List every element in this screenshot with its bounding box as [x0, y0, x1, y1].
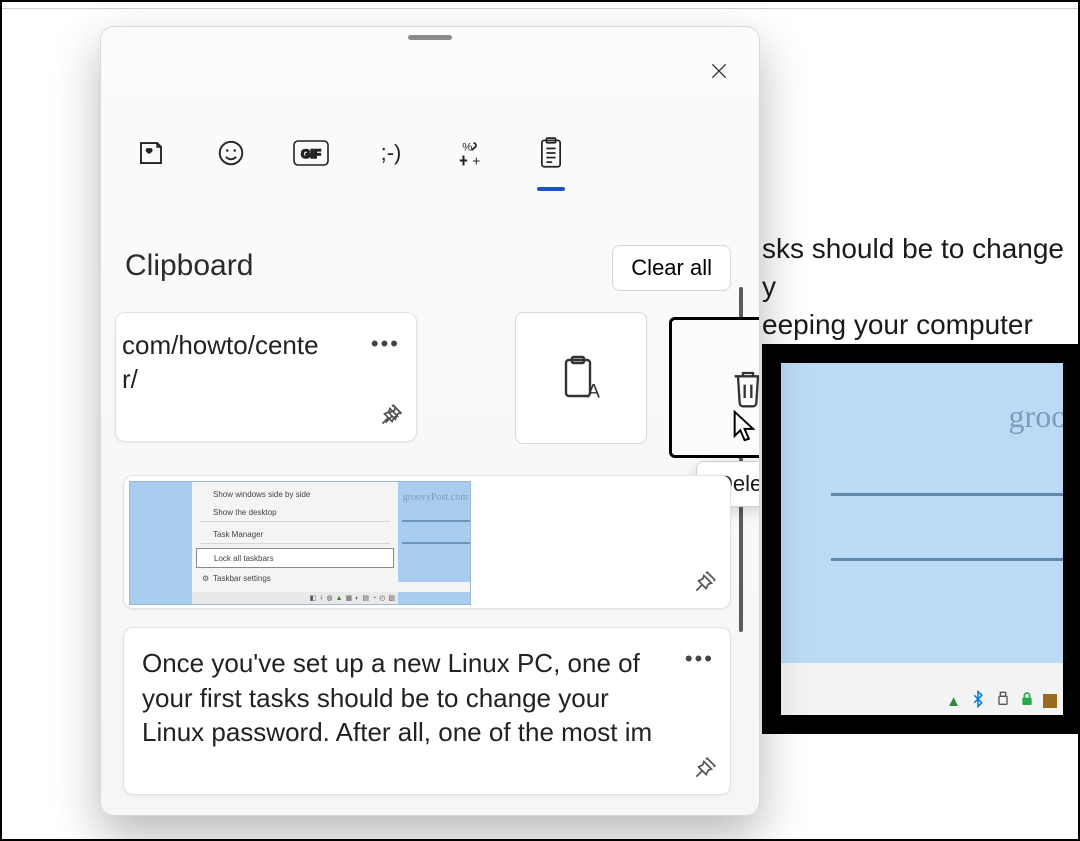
gif-icon: GIF: [293, 140, 329, 166]
clipboard-item-1[interactable]: com/howto/cente r/ •••: [115, 312, 417, 442]
svg-text:A: A: [587, 381, 600, 403]
svg-text:%: %: [462, 142, 472, 154]
menu-row: Show the desktop: [202, 504, 390, 520]
trash-icon: [728, 366, 760, 410]
decorative-line: [402, 520, 470, 522]
close-button[interactable]: [701, 53, 737, 89]
lock-icon: [1019, 690, 1035, 713]
clear-all-button[interactable]: Clear all: [612, 245, 731, 291]
menu-divider: [200, 521, 390, 522]
pin-button[interactable]: [692, 755, 718, 786]
drag-handle[interactable]: [408, 35, 452, 40]
more-options-button[interactable]: •••: [685, 646, 714, 672]
viewport: sks should be to change y eeping your co…: [0, 0, 1080, 841]
tray-area: ▲: [781, 687, 1063, 715]
symbols-icon: %+: [456, 138, 486, 168]
separator-line: [2, 8, 1078, 9]
menu-row: Show windows side by side: [202, 486, 390, 502]
section-title: Clipboard: [125, 249, 253, 283]
svg-text:+: +: [472, 154, 480, 169]
bg-text-line1: sks should be to change y: [762, 233, 1064, 302]
pin-icon: [692, 755, 718, 781]
tab-stickers[interactable]: [129, 127, 173, 179]
tab-clipboard[interactable]: [529, 127, 573, 179]
pin-button[interactable]: [378, 402, 404, 433]
tab-emoji[interactable]: [209, 127, 253, 179]
menu-row: Task Manager: [202, 526, 390, 542]
decorative-bar: [398, 582, 470, 592]
tab-gifs[interactable]: GIF: [289, 127, 333, 179]
decorative-line: [831, 558, 1063, 561]
usb-icon: [995, 690, 1011, 713]
clipboard-item-3[interactable]: Once you've set up a new Linux PC, one o…: [123, 627, 731, 795]
watermark-text: groovyPo: [1009, 398, 1080, 435]
pin-icon: [378, 402, 404, 428]
thumb-context-menu: Show windows side by side Show the deskt…: [192, 482, 398, 604]
thumb-desktop-left: [130, 482, 192, 604]
menu-row-highlighted: Lock all taskbars: [196, 548, 394, 568]
pin-button[interactable]: [692, 569, 718, 600]
clipboard-item-1-text: com/howto/cente r/: [122, 329, 398, 397]
clipboard-panel: GIF ;-) %+ Clipboard Clear all com/howto…: [100, 26, 760, 816]
emoji-icon: [216, 138, 246, 168]
clipboard-item-2-thumbnail: Show windows side by side Show the deskt…: [129, 481, 471, 605]
clipboard-item-2[interactable]: Show windows side by side Show the deskt…: [123, 475, 731, 609]
bluetooth-icon: [969, 690, 987, 713]
decorative-line: [831, 493, 1063, 496]
decorative-line: [402, 542, 470, 544]
tab-symbols[interactable]: %+: [449, 127, 493, 179]
shield-icon: ▲: [946, 693, 961, 710]
clipboard-icon: [537, 137, 565, 169]
paste-text-icon: A: [559, 354, 603, 402]
paste-as-text-button[interactable]: A: [515, 312, 647, 444]
tab-kaomoji[interactable]: ;-): [369, 127, 413, 179]
pin-icon: [692, 569, 718, 595]
background-article-screenshot: groovyPo ▲: [762, 344, 1080, 734]
menu-row: ⚙Taskbar settings: [202, 570, 390, 586]
tab-strip: GIF ;-) %+: [129, 127, 573, 179]
thumb-desktop-right: groovyPost.com: [398, 482, 470, 604]
thumb-watermark: groovyPost.com: [403, 492, 468, 503]
close-icon: [709, 61, 729, 81]
clipboard-item-3-text: Once you've set up a new Linux PC, one o…: [142, 646, 712, 750]
more-options-button[interactable]: •••: [371, 331, 400, 357]
thumb-taskbar: ◧ᚼ◍▲▦◐▤◔◴▧: [192, 592, 398, 604]
menu-divider: [200, 543, 390, 544]
sticker-heart-icon: [136, 138, 166, 168]
delete-button[interactable]: [669, 317, 760, 458]
tray-app-icon: [1043, 694, 1057, 708]
svg-text:GIF: GIF: [301, 147, 321, 161]
